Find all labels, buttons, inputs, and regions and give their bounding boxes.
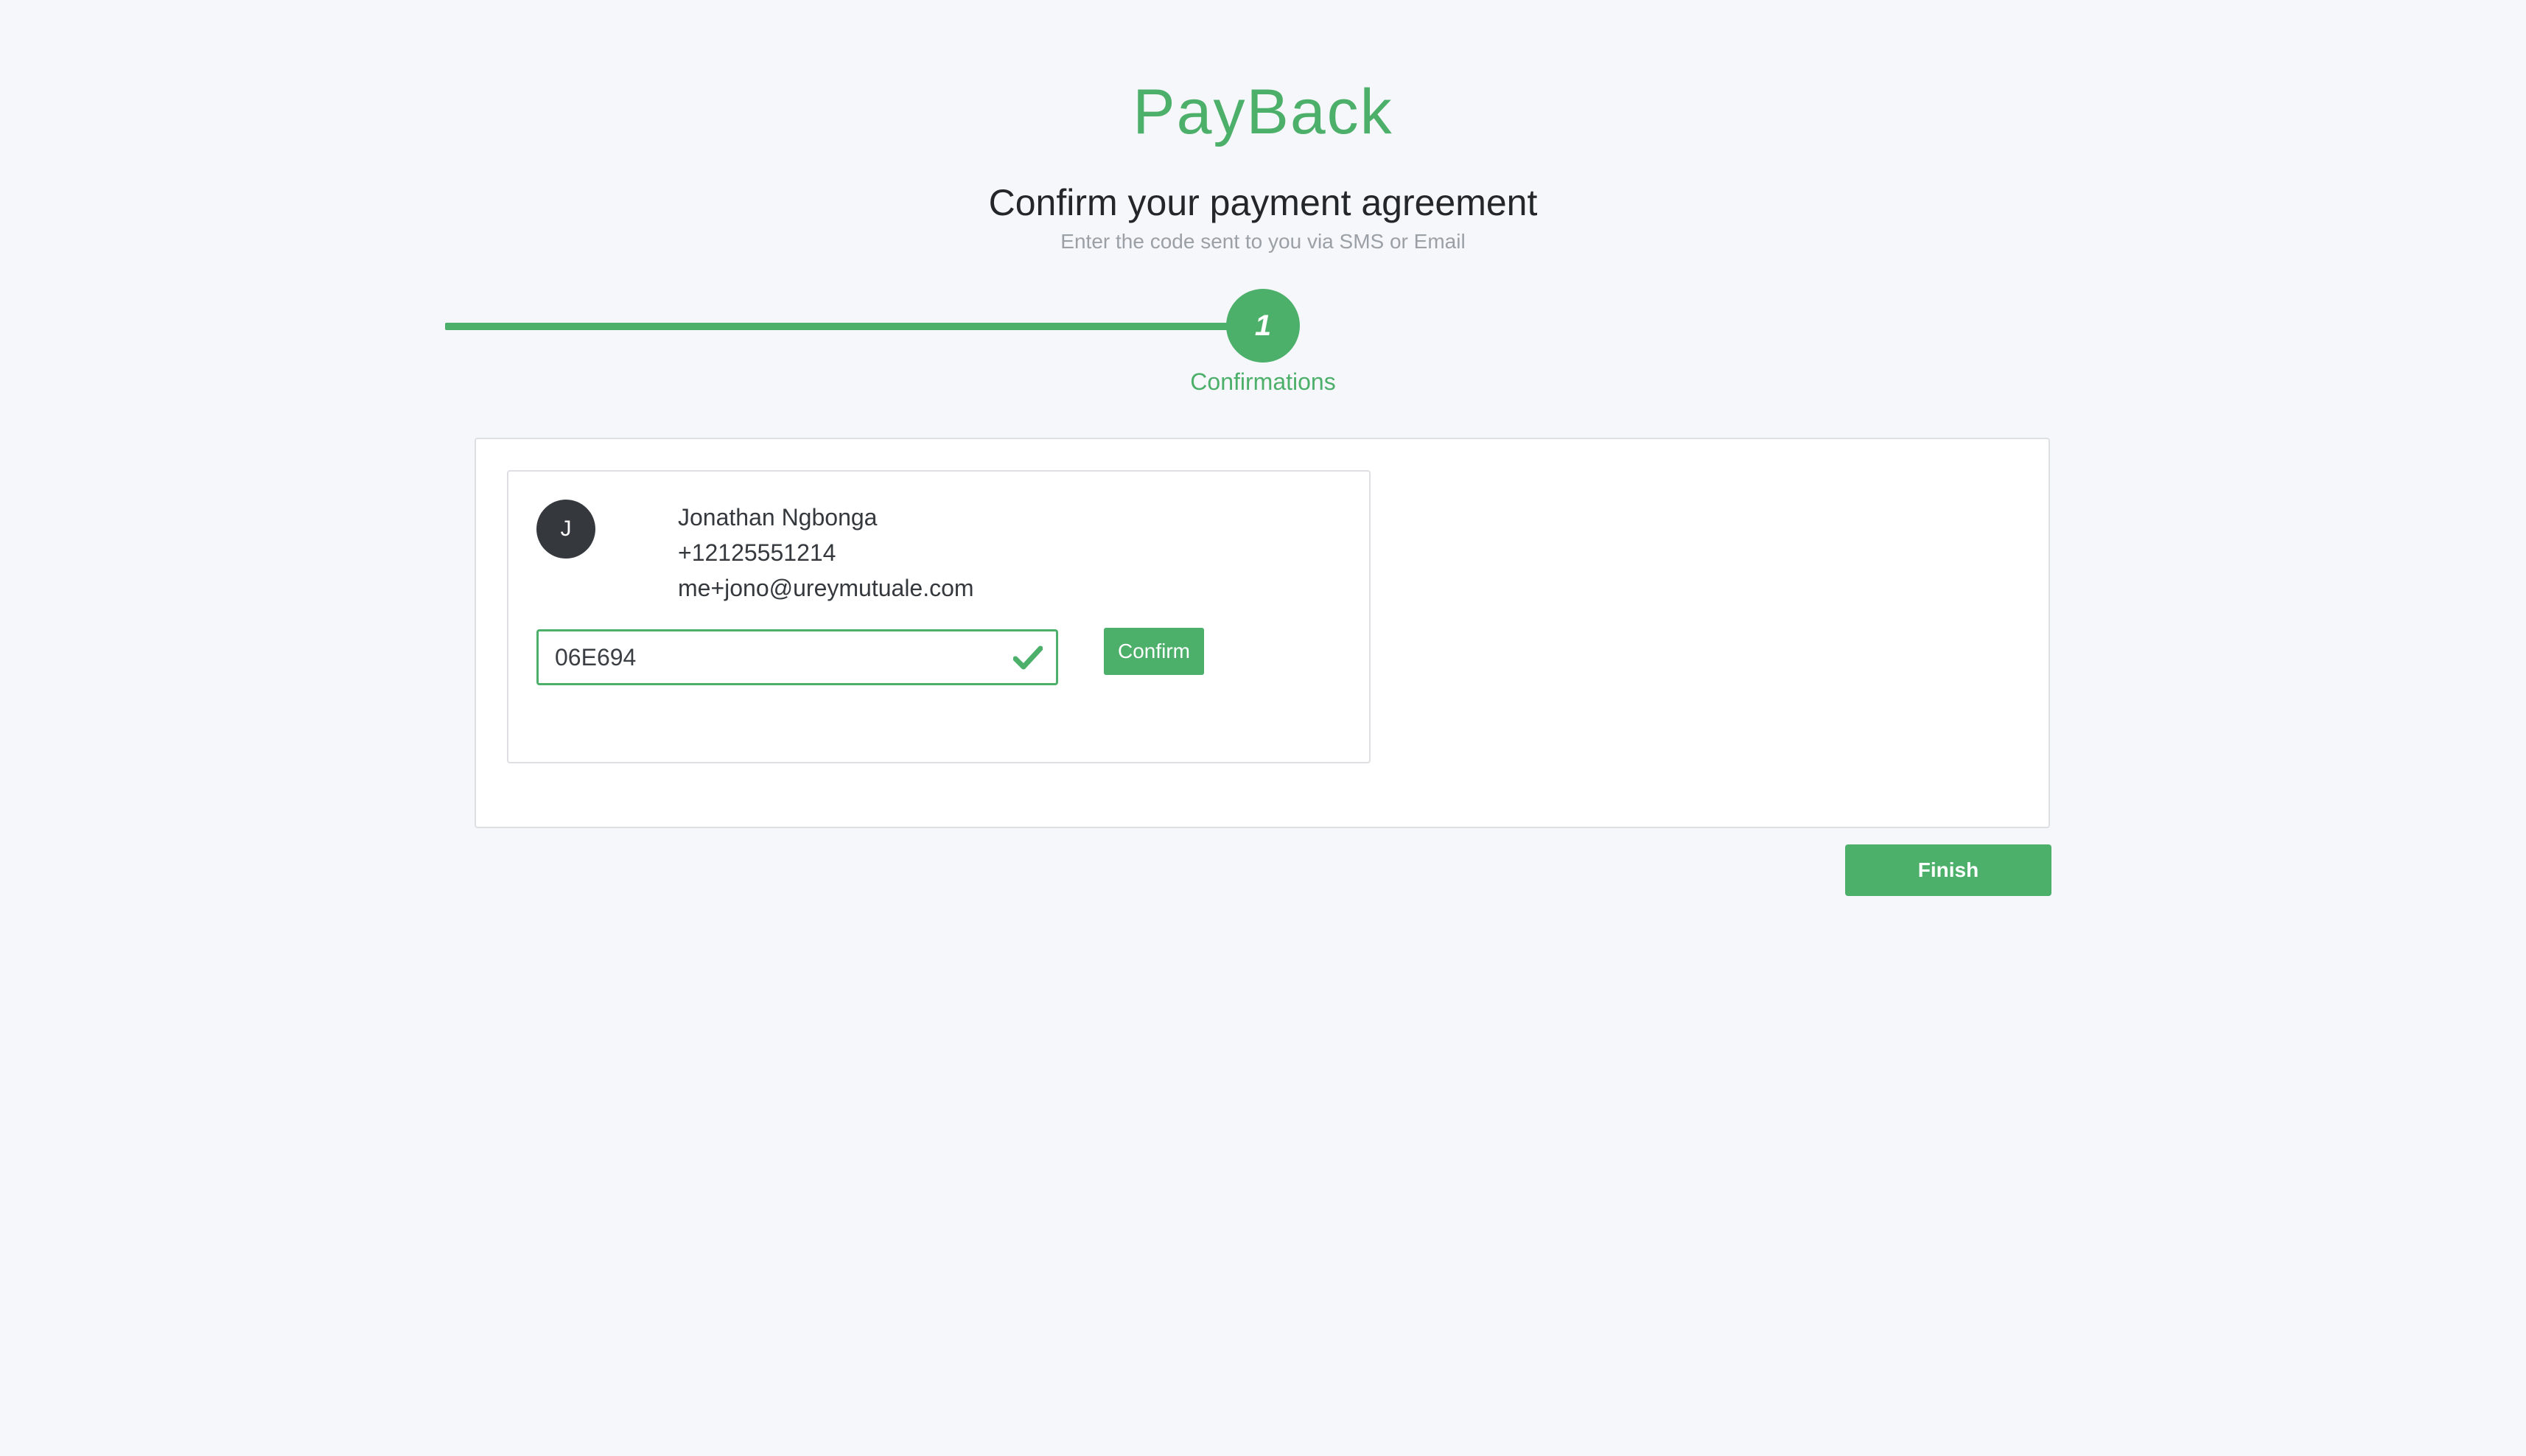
progress-bar [445, 323, 1263, 330]
step-indicator: 1 [1226, 289, 1300, 363]
step-number: 1 [1254, 309, 1272, 342]
code-field[interactable] [536, 629, 1058, 685]
signer-email: me+jono@ureymutuale.com [678, 575, 974, 601]
avatar: J [536, 500, 595, 559]
signer-info: Jonathan Ngbonga +12125551214 me+jono@ur… [678, 500, 974, 606]
page-title: Confirm your payment agreement [988, 182, 1538, 223]
code-input[interactable] [555, 631, 982, 683]
signer-name: Jonathan Ngbonga [678, 504, 878, 531]
confirmations-panel: J Jonathan Ngbonga +12125551214 me+jono@… [475, 438, 2050, 828]
step-label: Confirmations [1190, 368, 1336, 395]
confirm-button[interactable]: Confirm [1104, 628, 1204, 675]
signer-phone: +12125551214 [678, 539, 836, 566]
page: PayBack Confirm your payment agreement E… [0, 0, 2526, 1456]
avatar-initial: J [560, 517, 572, 541]
check-icon [1013, 645, 1043, 670]
brand-logo: PayBack [1133, 77, 1393, 147]
signer-card: J Jonathan Ngbonga +12125551214 me+jono@… [507, 470, 1371, 763]
finish-button[interactable]: Finish [1845, 844, 2051, 896]
page-subtitle: Enter the code sent to you via SMS or Em… [1060, 230, 1466, 253]
